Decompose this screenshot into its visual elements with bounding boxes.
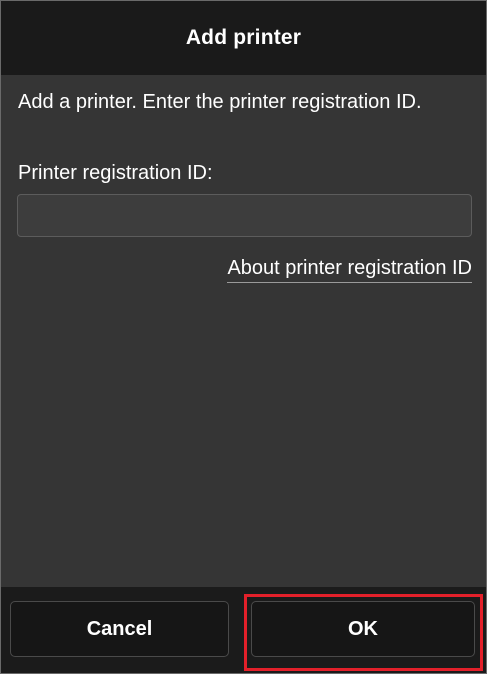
button-bar: Cancel OK [1,587,486,673]
main-content: Add a printer. Enter the printer registr… [1,75,486,587]
title-bar: Add printer [1,1,486,75]
about-registration-id-link[interactable]: About printer registration ID [227,255,472,283]
page-title: Add printer [185,26,302,49]
instruction-text: Add a printer. Enter the printer registr… [18,91,422,113]
add-printer-screen: Add printer Add a printer. Enter the pri… [0,0,487,674]
registration-id-label: Printer registration ID: [18,162,213,184]
registration-id-input[interactable] [17,194,472,237]
ok-button[interactable]: OK [251,601,475,657]
cancel-button[interactable]: Cancel [10,601,229,657]
